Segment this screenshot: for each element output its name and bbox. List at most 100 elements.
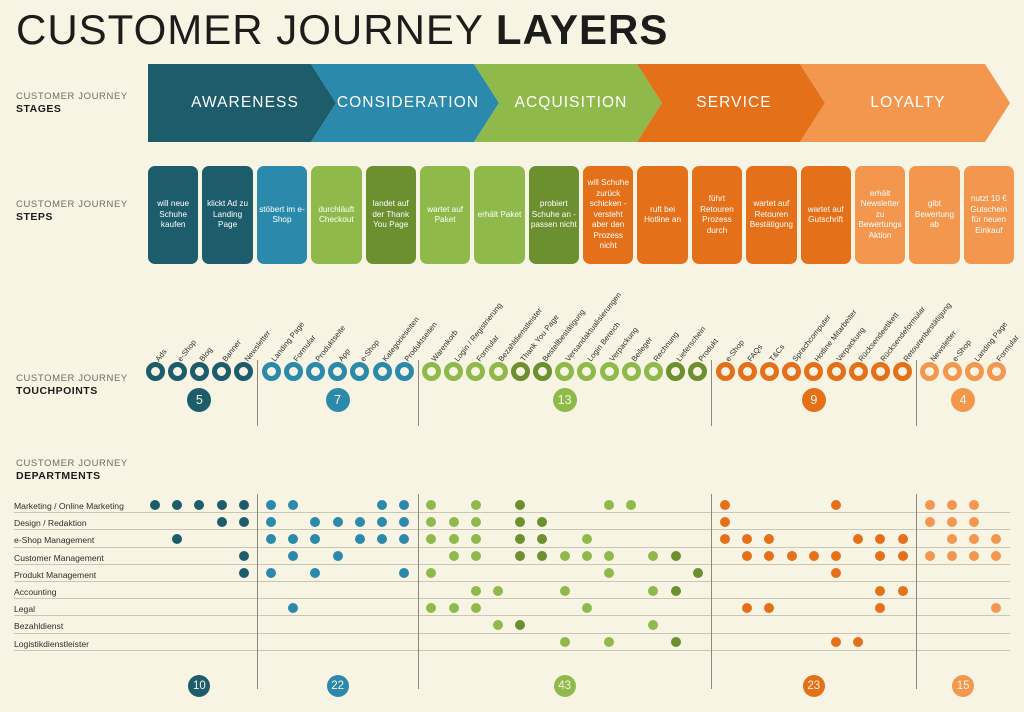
department-dot-acquisition-r1-c9[interactable] [604,499,614,510]
department-dot-consideration-r4-c2[interactable] [288,551,299,562]
touchpoint-circle-acquisition-8[interactable] [577,362,597,381]
step-box-10[interactable]: ruft bei Hotline an [637,166,688,264]
department-dot-consideration-r2-c6[interactable] [377,516,387,527]
department-dot-acquisition-r7-c3[interactable] [470,602,481,613]
step-box-13[interactable]: wartet auf Gutschrift [800,166,851,264]
department-dot-acquisition-r5-c13[interactable] [692,568,703,579]
touchpoint-circle-acquisition-12[interactable] [666,362,686,381]
department-dot-loyalty-r3-c2[interactable] [947,534,957,544]
touchpoint-circle-service-4[interactable] [782,362,802,381]
department-dot-service-r1-c1[interactable] [720,499,730,510]
department-dot-acquisition-r4-c6[interactable] [537,551,548,562]
department-dot-loyalty-r1-c1[interactable] [924,499,935,510]
department-dot-acquisition-r3-c6[interactable] [537,534,548,544]
department-dot-service-r3-c9[interactable] [897,534,908,544]
touchpoint-circle-awareness-5[interactable] [234,362,254,381]
department-dot-loyalty-r4-c1[interactable] [924,551,935,562]
department-dot-loyalty-r4-c3[interactable] [969,551,980,562]
touchpoint-circle-acquisition-9[interactable] [599,362,619,381]
department-dot-acquisition-r6-c11[interactable] [648,585,659,596]
touchpoint-circle-loyalty-4[interactable] [986,362,1006,381]
touchpoint-circle-service-8[interactable] [870,362,890,381]
stage-chevron-consideration[interactable]: CONSIDERATION [311,64,499,142]
department-dot-acquisition-r3-c1[interactable] [426,534,437,544]
step-box-4[interactable]: durchläuft Checkout [311,166,362,264]
department-dot-service-r4-c8[interactable] [875,551,886,562]
department-dot-consideration-r2-c7[interactable] [399,516,410,527]
department-dot-loyalty-r3-c3[interactable] [969,534,980,544]
department-dot-acquisition-r2-c2[interactable] [448,516,459,527]
department-dot-service-r6-c9[interactable] [897,585,908,596]
department-dot-acquisition-r4-c9[interactable] [604,551,614,562]
department-dot-service-r7-c2[interactable] [742,602,753,613]
department-dot-loyalty-r1-c3[interactable] [969,499,980,510]
department-dot-service-r5-c6[interactable] [831,568,841,579]
touchpoint-circle-acquisition-1[interactable] [421,362,441,381]
department-dot-consideration-r2-c3[interactable] [310,516,321,527]
department-dot-acquisition-r4-c2[interactable] [448,551,459,562]
touchpoint-circle-acquisition-3[interactable] [466,362,486,381]
touchpoint-circle-service-3[interactable] [759,362,779,381]
department-dot-loyalty-r4-c2[interactable] [947,551,957,562]
department-dot-acquisition-r2-c1[interactable] [426,516,437,527]
touchpoint-circle-service-7[interactable] [848,362,868,381]
touchpoint-circle-awareness-3[interactable] [189,362,209,381]
department-dot-service-r4-c2[interactable] [742,551,753,562]
department-dot-service-r3-c8[interactable] [875,534,886,544]
touchpoint-circle-service-1[interactable] [715,362,735,381]
touchpoint-circle-service-5[interactable] [804,362,824,381]
department-dot-service-r6-c8[interactable] [875,585,886,596]
department-dot-loyalty-r2-c1[interactable] [924,516,935,527]
department-dot-acquisition-r7-c2[interactable] [448,602,459,613]
department-dot-consideration-r4-c4[interactable] [332,551,343,562]
step-box-1[interactable]: will neue Schuhe kaufen [148,166,199,264]
department-dot-service-r4-c5[interactable] [808,551,819,562]
touchpoint-circle-service-2[interactable] [737,362,757,381]
department-dot-awareness-r1-c4[interactable] [216,499,227,510]
department-dot-acquisition-r3-c3[interactable] [470,534,481,544]
department-dot-consideration-r1-c2[interactable] [288,499,299,510]
touchpoint-circle-acquisition-6[interactable] [532,362,552,381]
touchpoint-circle-awareness-2[interactable] [167,362,187,381]
department-dot-acquisition-r3-c2[interactable] [448,534,459,544]
department-dot-acquisition-r8-c5[interactable] [515,620,526,630]
department-dot-awareness-r1-c5[interactable] [238,499,249,510]
department-dot-acquisition-r2-c3[interactable] [470,516,481,527]
department-dot-consideration-r5-c1[interactable] [266,568,276,579]
department-dot-acquisition-r2-c6[interactable] [537,516,548,527]
department-dot-loyalty-r3-c4[interactable] [991,534,1002,544]
department-dot-acquisition-r7-c1[interactable] [426,602,437,613]
department-dot-acquisition-r8-c11[interactable] [648,620,659,630]
touchpoint-circle-consideration-4[interactable] [328,362,348,381]
step-box-3[interactable]: stöbert im e-Shop [256,166,308,264]
step-box-6[interactable]: wartet auf Paket [419,166,471,264]
step-box-11[interactable]: führt Retouren Prozess durch [691,166,743,264]
department-dot-awareness-r1-c2[interactable] [172,499,183,510]
touchpoint-circle-consideration-3[interactable] [305,362,325,381]
department-dot-service-r3-c2[interactable] [742,534,753,544]
department-dot-acquisition-r9-c7[interactable] [559,637,570,648]
touchpoint-circle-acquisition-13[interactable] [688,362,708,381]
department-dot-awareness-r2-c5[interactable] [238,516,249,527]
department-dot-consideration-r1-c6[interactable] [377,499,387,510]
department-dot-loyalty-r2-c3[interactable] [969,516,980,527]
department-dot-acquisition-r1-c1[interactable] [426,499,437,510]
step-box-9[interactable]: will Schuhe zurück schicken - versteht a… [583,166,634,264]
department-dot-acquisition-r1-c3[interactable] [470,499,481,510]
touchpoint-circle-consideration-2[interactable] [283,362,303,381]
department-dot-acquisition-r3-c8[interactable] [581,534,592,544]
department-dot-consideration-r3-c5[interactable] [354,534,365,544]
department-dot-acquisition-r4-c11[interactable] [648,551,659,562]
department-dot-acquisition-r4-c12[interactable] [670,551,681,562]
stage-chevron-awareness[interactable]: AWARENESS [148,64,336,142]
department-dot-service-r7-c3[interactable] [764,602,775,613]
department-dot-service-r4-c4[interactable] [786,551,797,562]
department-dot-service-r9-c6[interactable] [831,637,841,648]
touchpoint-circle-acquisition-2[interactable] [444,362,464,381]
step-box-5[interactable]: landet auf der Thank You Page [365,166,416,264]
department-dot-awareness-r1-c1[interactable] [150,499,160,510]
department-dot-acquisition-r4-c8[interactable] [581,551,592,562]
department-dot-loyalty-r7-c4[interactable] [991,602,1002,613]
department-dot-consideration-r2-c1[interactable] [266,516,276,527]
department-dot-acquisition-r4-c5[interactable] [515,551,526,562]
